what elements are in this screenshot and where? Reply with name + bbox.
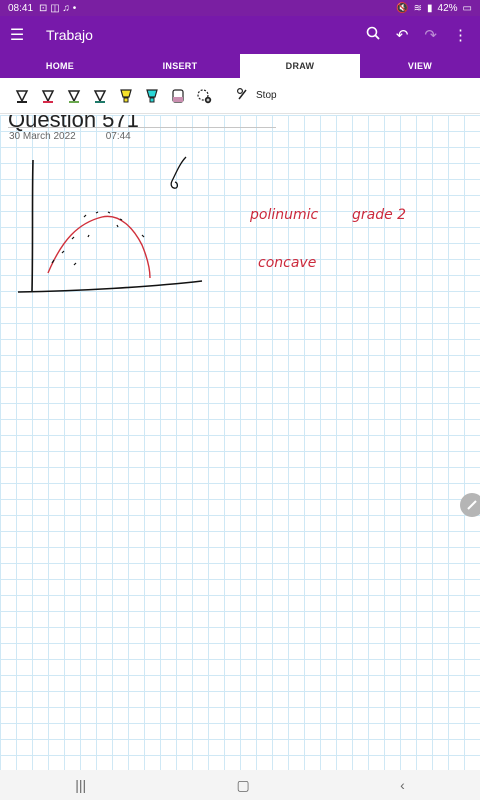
pen-black-icon[interactable] bbox=[14, 87, 30, 105]
signal-icon: ▮ bbox=[427, 2, 433, 14]
battery-level: 42% bbox=[437, 2, 458, 14]
pen-teal-icon[interactable] bbox=[92, 87, 108, 105]
ink-note-grade: grade 2 bbox=[352, 207, 406, 223]
ribbon-tabs: HOME INSERT DRAW VIEW bbox=[0, 54, 480, 78]
floating-pen-button[interactable] bbox=[460, 493, 480, 517]
stop-label: Stop bbox=[256, 90, 277, 101]
highlighter-pink-icon[interactable] bbox=[170, 87, 186, 105]
ink-note-concave: concave bbox=[258, 255, 316, 271]
redo-icon[interactable]: ↷ bbox=[424, 26, 437, 44]
app-bar: ☰ Trabajo ↶ ↷ ⋮ bbox=[0, 16, 480, 54]
clock: 08:41 bbox=[8, 2, 34, 14]
notification-icon: ⊡ ◫ ♫ • bbox=[39, 2, 77, 14]
tab-view[interactable]: VIEW bbox=[360, 54, 480, 78]
ink-drawing: polinumic grade 2 concave bbox=[17, 156, 406, 293]
draw-toolbar: Stop bbox=[0, 78, 480, 114]
stop-drawing-button[interactable]: Stop bbox=[236, 87, 277, 104]
ink-x-axis bbox=[17, 280, 203, 293]
highlighter-yellow-icon[interactable] bbox=[118, 87, 134, 105]
undo-icon[interactable]: ↶ bbox=[396, 26, 409, 44]
recent-apps-icon[interactable]: ||| bbox=[75, 777, 86, 793]
more-options-icon[interactable]: ⋮ bbox=[453, 26, 468, 44]
search-icon[interactable] bbox=[366, 26, 380, 44]
add-pen-icon[interactable] bbox=[196, 87, 212, 105]
ink-note-polinumic: polinumic bbox=[249, 207, 319, 223]
ink-y-axis bbox=[31, 159, 34, 292]
tab-insert[interactable]: INSERT bbox=[120, 54, 240, 78]
tab-home[interactable]: HOME bbox=[0, 54, 120, 78]
highlighter-cyan-icon[interactable] bbox=[144, 87, 160, 105]
mute-icon: 🔇 bbox=[396, 2, 409, 14]
wifi-icon: ≋ bbox=[413, 2, 423, 14]
stop-drawing-icon bbox=[236, 87, 250, 104]
note-canvas[interactable]: Question 571 30 March 2022 07:44 polinum… bbox=[0, 115, 480, 770]
back-icon[interactable]: ‹ bbox=[400, 777, 405, 793]
home-icon[interactable]: ▢ bbox=[237, 777, 250, 794]
pen-red-icon[interactable] bbox=[40, 87, 56, 105]
hamburger-menu-icon[interactable]: ☰ bbox=[0, 25, 34, 45]
battery-icon: ▭ bbox=[462, 2, 472, 14]
ink-scribble bbox=[170, 156, 187, 189]
status-bar: 08:41 ⊡ ◫ ♫ • 🔇 ≋ ▮ 42% ▭ bbox=[0, 0, 480, 16]
tab-draw[interactable]: DRAW bbox=[240, 54, 360, 78]
pen-green-icon[interactable] bbox=[66, 87, 82, 105]
notebook-title: Trabajo bbox=[46, 27, 93, 43]
system-nav-bar: ||| ▢ ‹ bbox=[0, 770, 480, 800]
ink-tick-marks bbox=[51, 211, 145, 266]
ink-parabola bbox=[47, 215, 151, 279]
